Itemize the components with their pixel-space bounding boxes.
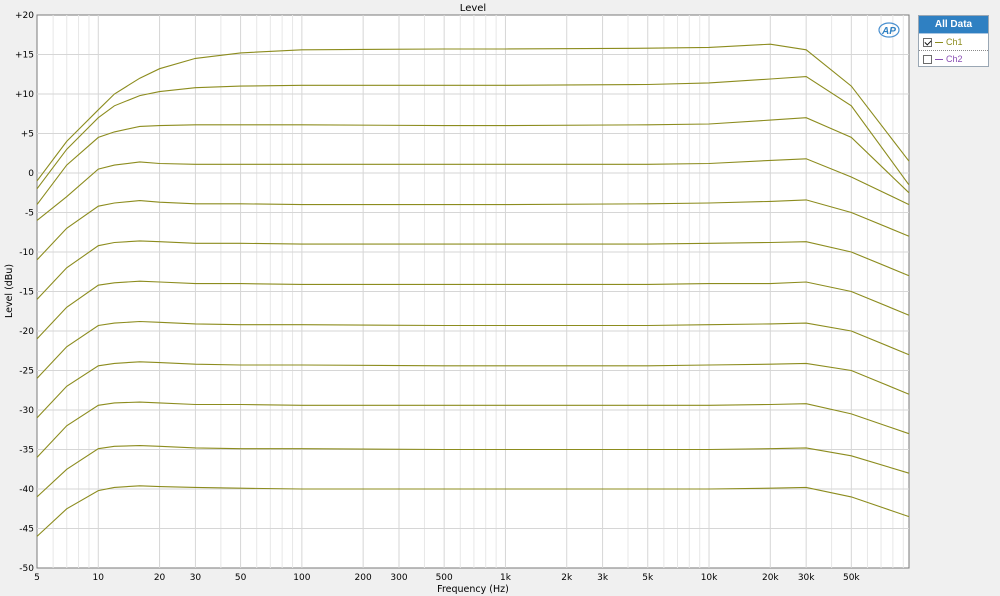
y-tick-label: +5	[21, 130, 34, 140]
y-axis-label: Level (dBu)	[4, 264, 15, 318]
x-tick-label: 1k	[500, 573, 512, 583]
x-tick-label: 50	[235, 573, 247, 583]
ch1-swatch	[935, 41, 943, 43]
y-tick-label: -20	[19, 327, 34, 337]
ch1-checkbox[interactable]	[923, 37, 932, 47]
all-data-header[interactable]: All Data	[919, 16, 988, 34]
y-tick-label: -35	[19, 446, 34, 456]
y-tick-label: +20	[15, 11, 34, 21]
x-tick-label: 30	[190, 573, 202, 583]
ch2-swatch	[935, 58, 943, 60]
y-tick-label: -10	[19, 248, 34, 258]
x-tick-label: 200	[355, 573, 372, 583]
x-tick-label: 100	[293, 573, 310, 583]
y-tick-label: -5	[25, 209, 34, 219]
ap-logo-text: AP	[881, 26, 896, 37]
x-tick-label: 20k	[762, 573, 779, 583]
level-graph: Level +20 +15 +10 +5 0 -5 -10 -15 -20 -25 -30 -35 -4…	[4, 3, 910, 595]
legend-item-ch1[interactable]: Ch1	[919, 34, 988, 51]
x-tick-label: 50k	[843, 573, 860, 583]
y-tick-label: -30	[19, 406, 34, 416]
x-tick-label: 10k	[701, 573, 718, 583]
x-tick-label: 300	[390, 573, 407, 583]
y-tick-label: +10	[15, 90, 34, 100]
x-tick-label: 500	[436, 573, 453, 583]
ch1-label: Ch1	[946, 37, 963, 47]
x-tick-label: 2k	[561, 573, 573, 583]
y-tick-label: -15	[19, 288, 34, 298]
x-tick-label: 5k	[642, 573, 654, 583]
x-axis-label: Frequency (Hz)	[437, 584, 509, 595]
y-tick-label: -40	[19, 485, 34, 495]
y-tick-label: -50	[19, 564, 34, 574]
y-tick-label: -45	[19, 525, 34, 535]
y-tick-label: -25	[19, 367, 34, 377]
x-tick-label: 3k	[597, 573, 609, 583]
legend-panel: All Data Ch1 Ch2	[918, 15, 989, 67]
x-tick-label: 10	[93, 573, 105, 583]
legend-item-ch2[interactable]: Ch2	[919, 51, 988, 67]
ch2-checkbox[interactable]	[923, 54, 932, 64]
y-tick-label: +15	[15, 51, 34, 61]
x-tick-label: 5	[34, 573, 40, 583]
y-tick-label: 0	[28, 169, 34, 179]
x-tick-label: 30k	[798, 573, 815, 583]
x-axis-ticks: 5 10 20 30 50 100 200 300 500 1k 2k 3k 5k 10k 20k 30k 50…	[34, 573, 860, 583]
y-axis-ticks: +20 +15 +10 +5 0 -5 -10 -15 -20 -25 -30 -35 -40 -45 -5…	[15, 11, 34, 574]
chart-title: Level	[460, 3, 486, 14]
x-tick-label: 20	[154, 573, 166, 583]
ch2-label: Ch2	[946, 54, 963, 64]
